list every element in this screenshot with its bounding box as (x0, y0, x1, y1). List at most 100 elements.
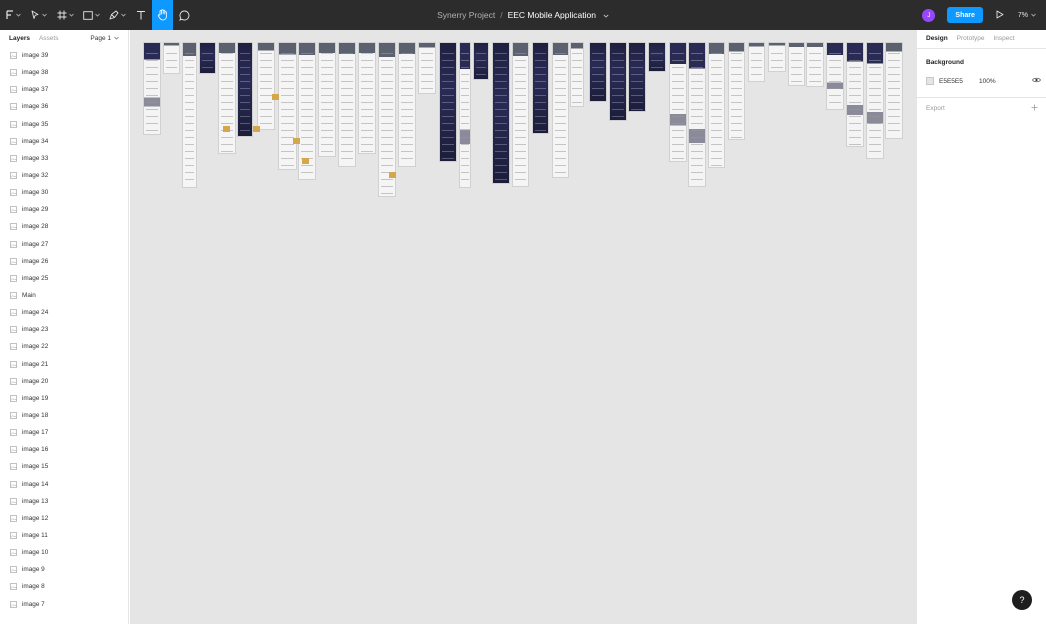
layer-row[interactable]: image 32 (0, 167, 128, 184)
shape-tool-button[interactable] (78, 0, 104, 30)
frame-thumbnail[interactable] (512, 42, 529, 187)
frame-thumbnail[interactable] (492, 42, 510, 184)
frame-thumbnail[interactable] (589, 42, 607, 102)
frame-thumbnail[interactable] (278, 42, 297, 170)
text-tool-button[interactable] (130, 0, 152, 30)
frame-thumbnail[interactable] (318, 42, 336, 157)
tab-design[interactable]: Design (926, 35, 948, 42)
avatar[interactable]: J (922, 8, 936, 22)
frame-thumbnail[interactable] (418, 42, 436, 94)
eye-icon[interactable] (1032, 77, 1041, 85)
layer-row[interactable]: image 26 (0, 253, 128, 270)
move-tool-button[interactable] (26, 0, 52, 30)
frame-thumbnail[interactable] (338, 42, 356, 167)
layer-row[interactable]: image 37 (0, 81, 128, 98)
layer-row[interactable]: image 35 (0, 116, 128, 133)
layer-row[interactable]: image 10 (0, 544, 128, 561)
layer-row[interactable]: Main (0, 287, 128, 304)
layer-row[interactable]: image 25 (0, 270, 128, 287)
frame-thumbnail[interactable] (708, 42, 725, 168)
frame-thumbnail[interactable] (728, 42, 745, 140)
tab-layers[interactable]: Layers (9, 35, 30, 42)
frame-thumbnail[interactable] (570, 42, 584, 107)
frame-thumbnail[interactable] (257, 42, 275, 130)
background-opacity-input[interactable]: 100% (979, 78, 1032, 85)
frame-thumbnail[interactable] (806, 42, 824, 87)
add-export-button[interactable] (1031, 104, 1038, 113)
chevron-down-icon (1031, 12, 1036, 19)
main-menu-button[interactable] (0, 0, 26, 30)
layer-row[interactable]: image 19 (0, 390, 128, 407)
frame-thumbnail[interactable] (669, 42, 687, 162)
frame-thumbnail[interactable] (609, 42, 627, 121)
layer-row[interactable]: image 12 (0, 510, 128, 527)
frame-thumbnail[interactable] (826, 42, 844, 110)
tab-inspect[interactable]: Inspect (994, 35, 1015, 42)
layer-row[interactable]: image 30 (0, 184, 128, 201)
frame-thumbnail[interactable] (552, 42, 569, 178)
layer-row[interactable]: image 24 (0, 304, 128, 321)
canvas[interactable] (130, 30, 916, 624)
layer-row[interactable]: image 34 (0, 133, 128, 150)
layer-row[interactable]: image 23 (0, 321, 128, 338)
frame-thumbnail[interactable] (846, 42, 864, 147)
frame-thumbnail[interactable] (688, 42, 706, 187)
frame-thumbnail[interactable] (143, 42, 161, 135)
frame-thumbnail[interactable] (182, 42, 197, 188)
layer-row[interactable]: image 36 (0, 98, 128, 115)
frame-thumbnail[interactable] (439, 42, 457, 162)
frame-thumbnail[interactable] (866, 42, 884, 159)
frame-thumbnail[interactable] (358, 42, 376, 154)
layer-row[interactable]: image 8 (0, 578, 128, 595)
layer-row[interactable]: image 11 (0, 527, 128, 544)
layer-row[interactable]: image 16 (0, 441, 128, 458)
project-name[interactable]: Synerry Project (437, 10, 495, 20)
frame-accent (302, 158, 309, 164)
frame-thumbnail[interactable] (218, 42, 236, 154)
frame-thumbnail[interactable] (473, 42, 489, 80)
chevron-down-icon[interactable] (603, 10, 609, 20)
share-button[interactable]: Share (947, 7, 983, 23)
tab-prototype[interactable]: Prototype (957, 35, 985, 42)
tab-assets[interactable]: Assets (39, 35, 59, 42)
frame-thumbnail[interactable] (788, 42, 805, 86)
layer-row[interactable]: image 39 (0, 47, 128, 64)
layer-row[interactable]: image 38 (0, 64, 128, 81)
zoom-dropdown[interactable]: 7% (1018, 12, 1036, 19)
frame-thumbnail[interactable] (768, 42, 786, 72)
frame-thumbnail[interactable] (459, 42, 471, 188)
frame-thumbnail[interactable] (748, 42, 765, 82)
help-button[interactable]: ? (1012, 590, 1032, 610)
background-swatch[interactable] (926, 77, 934, 85)
layer-row[interactable]: image 29 (0, 201, 128, 218)
layer-row[interactable]: image 27 (0, 236, 128, 253)
frame-thumbnail[interactable] (532, 42, 549, 134)
layer-row[interactable]: image 14 (0, 476, 128, 493)
layer-row[interactable]: image 21 (0, 356, 128, 373)
background-hex-input[interactable]: E5E5E5 (939, 78, 979, 85)
frame-tool-button[interactable] (52, 0, 78, 30)
frame-thumbnail[interactable] (237, 42, 253, 137)
layer-row[interactable]: image 33 (0, 150, 128, 167)
frame-thumbnail[interactable] (648, 42, 666, 72)
layer-row[interactable]: image 7 (0, 596, 128, 613)
comment-tool-button[interactable] (173, 0, 196, 30)
layer-row[interactable]: image 28 (0, 218, 128, 235)
layer-row[interactable]: image 13 (0, 493, 128, 510)
hand-tool-button[interactable] (152, 0, 173, 30)
frame-thumbnail[interactable] (885, 42, 903, 139)
frame-thumbnail[interactable] (163, 42, 180, 74)
pen-tool-button[interactable] (104, 0, 130, 30)
present-button[interactable] (996, 10, 1004, 21)
frame-thumbnail[interactable] (398, 42, 416, 167)
layer-row[interactable]: image 20 (0, 373, 128, 390)
frame-thumbnail[interactable] (199, 42, 216, 74)
layer-row[interactable]: image 22 (0, 338, 128, 355)
layer-row[interactable]: image 18 (0, 407, 128, 424)
page-selector[interactable]: Page 1 (90, 30, 119, 47)
layer-row[interactable]: image 15 (0, 458, 128, 475)
file-name[interactable]: EEC Mobile Application (508, 10, 596, 20)
layer-row[interactable]: image 17 (0, 424, 128, 441)
layer-row[interactable]: image 9 (0, 561, 128, 578)
frame-thumbnail[interactable] (628, 42, 646, 112)
